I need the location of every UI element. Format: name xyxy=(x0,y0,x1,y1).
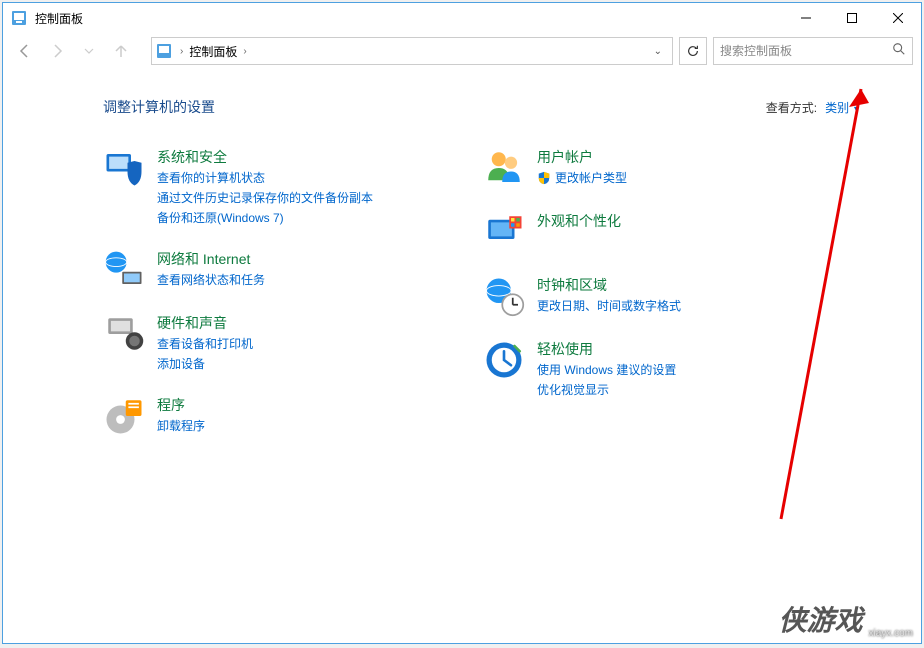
category-network: 网络和 Internet 查看网络状态和任务 xyxy=(103,249,423,291)
category-title[interactable]: 网络和 Internet xyxy=(157,249,265,269)
category-title[interactable]: 系统和安全 xyxy=(157,147,373,167)
address-dropdown[interactable]: ⌄ xyxy=(648,46,668,57)
category-title[interactable]: 程序 xyxy=(157,395,205,415)
category-link[interactable]: 通过文件历史记录保存你的文件备份副本 xyxy=(157,189,373,207)
category-link[interactable]: 优化视觉显示 xyxy=(537,381,676,399)
category-link[interactable]: 添加设备 xyxy=(157,355,253,373)
category-system-security: 系统和安全 查看你的计算机状态 通过文件历史记录保存你的文件备份副本 备份和还原… xyxy=(103,147,423,227)
category-link[interactable]: 更改日期、时间或数字格式 xyxy=(537,297,681,315)
minimize-button[interactable] xyxy=(783,3,829,33)
category-link[interactable]: 查看设备和打印机 xyxy=(157,335,253,353)
search-input[interactable] xyxy=(720,44,892,58)
page-heading: 调整计算机的设置 xyxy=(103,97,766,117)
category-link[interactable]: 卸载程序 xyxy=(157,417,205,435)
category-link[interactable]: 备份和还原(Windows 7) xyxy=(157,209,373,227)
category-title[interactable]: 时钟和区域 xyxy=(537,275,681,295)
view-by-dropdown[interactable]: 类别▼ xyxy=(825,99,861,116)
search-box[interactable] xyxy=(713,37,913,65)
address-bar[interactable]: › 控制面板 › ⌄ xyxy=(151,37,673,65)
chevron-right-icon[interactable]: › xyxy=(241,46,248,57)
back-button[interactable] xyxy=(11,37,39,65)
search-icon[interactable] xyxy=(892,42,906,61)
programs-icon xyxy=(103,395,145,437)
window-title: 控制面板 xyxy=(35,10,783,27)
watermark: 侠游戏 xiayx.com xyxy=(779,599,913,639)
category-appearance: 外观和个性化 xyxy=(483,211,783,253)
users-icon xyxy=(483,147,525,189)
category-link[interactable]: 使用 Windows 建议的设置 xyxy=(537,361,676,379)
category-users: 用户帐户 更改帐户类型 xyxy=(483,147,783,189)
system-security-icon xyxy=(103,147,145,189)
shield-icon xyxy=(537,171,551,185)
category-link[interactable]: 更改帐户类型 xyxy=(537,169,627,187)
up-button[interactable] xyxy=(107,37,135,65)
navbar: › 控制面板 › ⌄ xyxy=(3,33,921,69)
hardware-icon xyxy=(103,313,145,355)
appearance-icon xyxy=(483,211,525,253)
category-hardware: 硬件和声音 查看设备和打印机 添加设备 xyxy=(103,313,423,373)
view-by-label: 查看方式: xyxy=(766,99,817,116)
chevron-right-icon[interactable]: › xyxy=(178,46,185,57)
close-button[interactable] xyxy=(875,3,921,33)
category-ease: 轻松使用 使用 Windows 建议的设置 优化视觉显示 xyxy=(483,339,783,399)
category-title[interactable]: 外观和个性化 xyxy=(537,211,621,231)
chevron-down-icon: ▼ xyxy=(852,104,861,114)
category-title[interactable]: 用户帐户 xyxy=(537,147,627,167)
forward-button[interactable] xyxy=(43,37,71,65)
maximize-button[interactable] xyxy=(829,3,875,33)
recent-dropdown[interactable] xyxy=(75,37,103,65)
network-icon xyxy=(103,249,145,291)
category-link[interactable]: 查看网络状态和任务 xyxy=(157,271,265,289)
watermark-logo: 侠游戏 xyxy=(779,599,863,639)
category-programs: 程序 卸载程序 xyxy=(103,395,423,437)
category-title[interactable]: 轻松使用 xyxy=(537,339,676,359)
clock-icon xyxy=(483,275,525,317)
control-panel-icon xyxy=(156,43,172,59)
titlebar: 控制面板 xyxy=(3,3,921,33)
content-area: 调整计算机的设置 查看方式: 类别▼ 系统和安全 查看你的计算机状态 通过文件历… xyxy=(3,69,921,643)
breadcrumb-item[interactable]: 控制面板 xyxy=(185,43,241,60)
control-panel-icon xyxy=(11,10,27,26)
category-title[interactable]: 硬件和声音 xyxy=(157,313,253,333)
refresh-button[interactable] xyxy=(679,37,707,65)
ease-of-access-icon xyxy=(483,339,525,381)
category-clock: 时钟和区域 更改日期、时间或数字格式 xyxy=(483,275,783,317)
category-link[interactable]: 查看你的计算机状态 xyxy=(157,169,373,187)
watermark-url: xiayx.com xyxy=(869,628,913,639)
